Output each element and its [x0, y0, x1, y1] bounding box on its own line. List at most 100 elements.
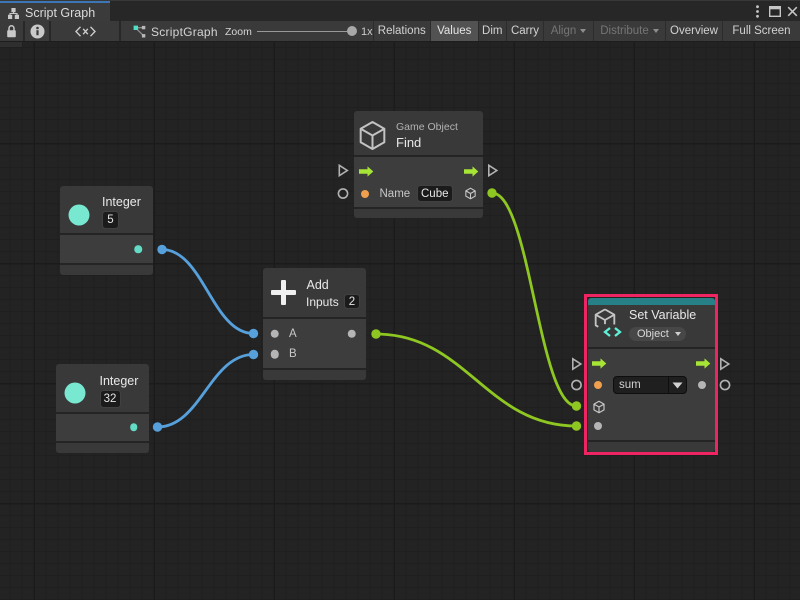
script-graph-window: Script Graph: [0, 0, 800, 600]
toolbar-button-label: Carry: [511, 25, 539, 37]
code-view-button[interactable]: [51, 21, 119, 41]
output-port[interactable]: [698, 381, 706, 389]
output-port[interactable]: [130, 423, 138, 431]
toolbar-button-overview[interactable]: Overview: [665, 21, 722, 41]
graph-toolbar: ScriptGraph Zoom 1x Relations Values Dim Ca…: [0, 21, 800, 42]
node-body: [60, 235, 153, 263]
name-value-input[interactable]: Cube: [417, 185, 453, 202]
flow-out-arrow: [464, 166, 479, 177]
toolbar-button-label: Dim: [482, 25, 502, 37]
node-header: Integer 5: [60, 186, 153, 233]
node-set-variable[interactable]: Set Variable Object sum: [588, 298, 716, 452]
gameobject-cube-icon: [356, 119, 389, 152]
output-port[interactable]: [134, 245, 142, 253]
toolbar-button-label: Overview: [670, 25, 718, 37]
dropdown-caret-icon: [580, 29, 586, 33]
toolbar-button-label: Values: [437, 25, 471, 37]
node-footer: [263, 370, 366, 380]
toolbar-button-relations[interactable]: Relations: [373, 21, 431, 41]
node-header: Game Object Find: [354, 111, 484, 155]
node-header: Add Inputs 2: [263, 268, 366, 317]
kebab-menu-icon[interactable]: [750, 4, 764, 20]
variable-kind-dropdown[interactable]: Object: [629, 327, 686, 341]
scriptgraph-icon: [133, 25, 146, 38]
name-input-port[interactable]: [361, 190, 369, 198]
node-body: A B: [263, 319, 366, 368]
variable-kind-bar: [588, 298, 716, 305]
node-footer: [588, 442, 716, 452]
port-a-label: A: [289, 328, 297, 340]
node-header: Set Variable Object: [588, 305, 716, 347]
titlebar: Script Graph: [0, 0, 800, 21]
toolbar-main: ScriptGraph Zoom 1x Relations Values Dim Ca…: [121, 21, 800, 41]
dropdown-caret-icon: [675, 332, 681, 336]
scriptgraph-label: ScriptGraph: [151, 25, 218, 39]
toolbar-button-carry[interactable]: Carry: [506, 21, 543, 41]
info-button[interactable]: [25, 21, 49, 41]
toolbar-buttons-group: Relations Values Dim Carry Align Distribute Ov…: [373, 21, 800, 41]
lock-button[interactable]: [0, 21, 23, 41]
gameobject-target-port[interactable]: [592, 399, 606, 415]
node-integer-32[interactable]: Integer 32: [56, 364, 149, 453]
integer-value-input[interactable]: 5: [102, 211, 119, 229]
variable-name-value: sum: [614, 377, 668, 393]
zoom-slider[interactable]: [257, 21, 357, 41]
variable-chevrons-icon: [603, 327, 622, 337]
add-icon: [271, 280, 296, 305]
node-title: Integer: [102, 195, 141, 209]
variable-name-dropdown-arrow[interactable]: [668, 377, 686, 393]
dropdown-caret-icon: [653, 29, 659, 33]
node-title: Integer: [100, 374, 139, 388]
toolbar-button-label: Full Screen: [732, 25, 790, 37]
toolbar-button-fullscreen[interactable]: Full Screen: [722, 21, 800, 41]
node-subtitle: Game Object: [396, 121, 458, 133]
zoom-slider-track: [257, 31, 355, 33]
graph-corner-chip: [0, 42, 22, 47]
node-header: Integer 32: [56, 364, 149, 412]
zoom-value: 1x: [361, 26, 373, 38]
node-body: [56, 414, 149, 442]
close-icon[interactable]: [785, 4, 799, 20]
node-footer: [60, 265, 153, 275]
lock-icon: [6, 25, 17, 38]
node-body: Name Cube: [354, 157, 484, 207]
integer-type-icon: [69, 205, 90, 226]
maximize-icon[interactable]: [768, 4, 782, 20]
toolbar-button-dim[interactable]: Dim: [478, 21, 507, 41]
input-port-a[interactable]: [270, 329, 279, 338]
toolbar-button-label: Align: [551, 25, 577, 37]
node-title: Find: [396, 135, 421, 150]
node-add[interactable]: Add Inputs 2 A B: [263, 268, 366, 380]
inputs-count-input[interactable]: 2: [344, 294, 360, 309]
code-icon: [75, 26, 96, 37]
window-controls: [750, 1, 800, 22]
input-port-b[interactable]: [270, 350, 279, 359]
toolbar-button-align[interactable]: Align: [543, 21, 593, 41]
tab-script-graph[interactable]: Script Graph: [0, 1, 110, 22]
gameobject-output-port[interactable]: [464, 187, 477, 200]
variable-name-port[interactable]: [594, 381, 602, 389]
toolbar-button-label: Distribute: [600, 25, 649, 37]
value-input-port[interactable]: [594, 422, 602, 430]
output-port-sum[interactable]: [347, 329, 356, 338]
variable-name-dropdown[interactable]: sum: [613, 376, 687, 394]
toolbar-button-distribute[interactable]: Distribute: [593, 21, 665, 41]
node-integer-5[interactable]: Integer 5: [60, 186, 153, 275]
graph-hierarchy-icon: [8, 8, 19, 19]
flow-in-arrow: [359, 166, 374, 177]
flow-out-arrow: [696, 358, 711, 369]
integer-value-input[interactable]: 32: [100, 390, 121, 408]
zoom-label: Zoom: [225, 26, 252, 38]
node-title: Set Variable: [629, 308, 696, 322]
flow-in-arrow: [592, 358, 607, 369]
toolbar-button-label: Relations: [378, 25, 426, 37]
variable-kind-value: Object: [637, 328, 669, 340]
node-footer: [56, 443, 149, 453]
toolbar-button-values[interactable]: Values: [430, 21, 478, 41]
integer-type-icon: [65, 383, 86, 404]
node-find[interactable]: Game Object Find Name Cube: [354, 111, 484, 218]
tab-label: Script Graph: [25, 6, 95, 20]
zoom-slider-knob[interactable]: [347, 26, 358, 37]
port-b-label: B: [289, 348, 297, 360]
node-title: Add: [307, 278, 329, 292]
